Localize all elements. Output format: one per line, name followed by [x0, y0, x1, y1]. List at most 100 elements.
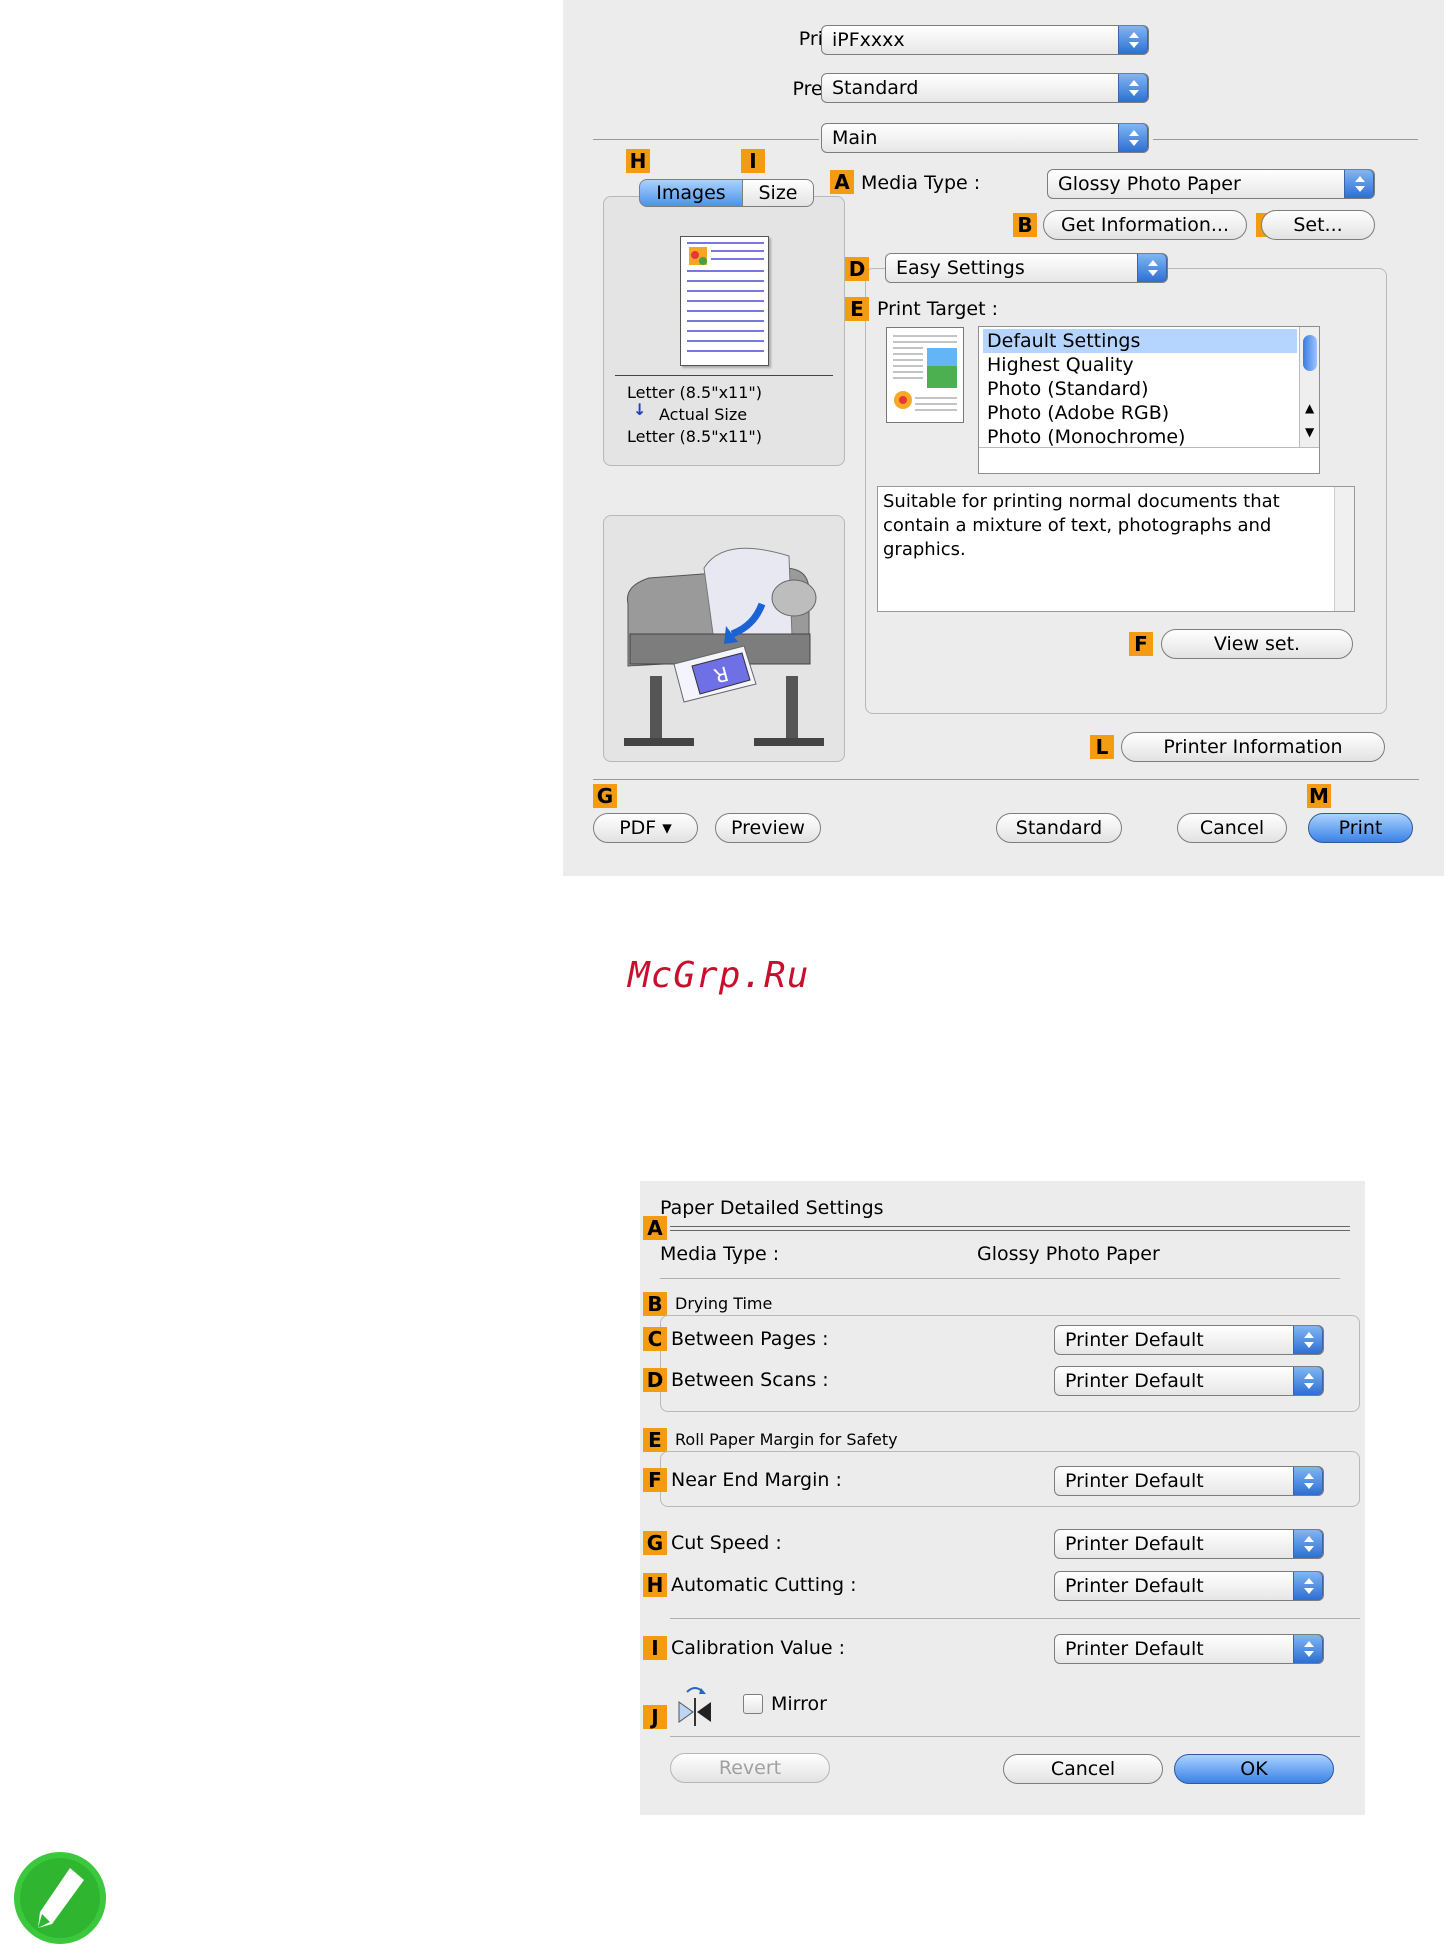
cut-speed-label: Cut Speed :: [671, 1532, 782, 1554]
near-end-value: Printer Default: [1065, 1470, 1204, 1492]
cancel-button[interactable]: Cancel: [1177, 813, 1287, 843]
media-divider: [660, 1278, 1340, 1279]
print-target-item[interactable]: Highest Quality: [983, 353, 1134, 377]
marker-g: G: [593, 784, 617, 808]
print-target-thumbnail-icon: [886, 327, 964, 423]
media-type-label: Media Type :: [660, 1243, 780, 1265]
media-type-select[interactable]: Glossy Photo Paper: [1047, 169, 1375, 199]
auto-cutting-select[interactable]: Printer Default: [1054, 1571, 1324, 1601]
mirror-icon: [675, 1684, 715, 1728]
print-button[interactable]: Print: [1308, 813, 1413, 843]
cut-speed-value: Printer Default: [1065, 1533, 1204, 1555]
print-dialog: Printer: iPFxxxx Presets: Standard Main …: [563, 0, 1444, 876]
tab-images[interactable]: Images: [639, 179, 743, 207]
mirror-label[interactable]: Mirror: [771, 1693, 827, 1715]
mirror-checkbox[interactable]: [743, 1694, 763, 1714]
paper-settings-dialog: Paper Detailed Settings A Media Type : G…: [640, 1181, 1365, 1815]
marker-h: H: [626, 149, 650, 173]
title-divider: [670, 1226, 1350, 1227]
media-type-value: Glossy Photo Paper: [977, 1243, 1160, 1265]
popup-arrows-icon: [1293, 1635, 1323, 1663]
marker-f: F: [643, 1468, 667, 1492]
between-pages-value: Printer Default: [1065, 1329, 1204, 1351]
revert-button[interactable]: Revert: [670, 1753, 830, 1783]
marker-f: F: [1129, 632, 1153, 656]
popup-arrows-icon: [1344, 170, 1374, 198]
mode-select[interactable]: Easy Settings: [885, 253, 1168, 283]
print-target-list[interactable]: Default Settings Highest Quality Photo (…: [978, 326, 1320, 474]
list-scrollbar[interactable]: ▲ ▼: [1299, 327, 1319, 447]
paper-size-original: Letter (8.5"x11"): [627, 383, 763, 402]
marker-i: I: [741, 149, 765, 173]
between-scans-value: Printer Default: [1065, 1370, 1204, 1392]
popup-arrows-icon: [1118, 124, 1148, 152]
marker-c: C: [643, 1327, 667, 1351]
scroll-down-icon[interactable]: ▼: [1305, 425, 1314, 439]
tab-size[interactable]: Size: [742, 179, 814, 207]
preview-divider: [615, 375, 833, 376]
section-select[interactable]: Main: [821, 123, 1149, 153]
title-divider-2: [670, 1230, 1350, 1231]
print-target-item[interactable]: Photo (Adobe RGB): [983, 401, 1169, 425]
between-pages-select[interactable]: Printer Default: [1054, 1325, 1324, 1355]
section-select-value: Main: [832, 127, 878, 149]
mode-select-value: Easy Settings: [896, 257, 1025, 279]
drying-time-label: Drying Time: [675, 1294, 773, 1313]
print-target-item[interactable]: Default Settings: [983, 329, 1297, 353]
auto-cutting-value: Printer Default: [1065, 1575, 1204, 1597]
standard-button[interactable]: Standard: [996, 813, 1122, 843]
marker-b: B: [643, 1292, 667, 1316]
cut-divider: [670, 1618, 1360, 1619]
marker-a: A: [643, 1216, 667, 1240]
popup-arrows-icon: [1137, 254, 1167, 282]
section-divider-left: [593, 139, 819, 140]
scroll-up-icon[interactable]: ▲: [1305, 401, 1314, 415]
get-information-button[interactable]: Get Information...: [1043, 210, 1247, 240]
roll-margin-label: Roll Paper Margin for Safety: [675, 1430, 898, 1449]
media-type-select-value: Glossy Photo Paper: [1058, 173, 1241, 195]
printer-illustration-group: R: [603, 515, 845, 762]
paper-size-output: Letter (8.5"x11"): [627, 427, 763, 446]
printer-information-button[interactable]: Printer Information: [1121, 732, 1385, 762]
calibration-select[interactable]: Printer Default: [1054, 1634, 1324, 1664]
button-divider: [670, 1736, 1360, 1737]
set-button[interactable]: Set...: [1261, 210, 1375, 240]
calibration-label: Calibration Value :: [671, 1637, 846, 1659]
view-set-button[interactable]: View set.: [1161, 629, 1353, 659]
ok-button[interactable]: OK: [1174, 1754, 1334, 1784]
document-preview-icon: [680, 236, 769, 366]
popup-arrows-icon: [1293, 1326, 1323, 1354]
presets-select-value: Standard: [832, 77, 919, 99]
printer-select[interactable]: iPFxxxx: [821, 25, 1149, 55]
media-type-label: Media Type :: [861, 172, 981, 194]
down-arrow-icon: ↓: [633, 400, 647, 419]
marker-b: B: [1013, 213, 1037, 237]
popup-arrows-icon: [1118, 26, 1148, 54]
preview-button[interactable]: Preview: [715, 813, 821, 843]
between-pages-label: Between Pages :: [671, 1328, 829, 1350]
print-target-item[interactable]: Photo (Standard): [983, 377, 1149, 401]
footer-divider: [593, 779, 1419, 780]
popup-arrows-icon: [1293, 1530, 1323, 1558]
paper-dialog-title: Paper Detailed Settings: [660, 1197, 884, 1219]
watermark-text: McGrp.Ru: [628, 955, 810, 996]
popup-arrows-icon: [1118, 74, 1148, 102]
marker-m: M: [1307, 784, 1331, 808]
scrollbar-thumb[interactable]: [1303, 335, 1317, 371]
between-scans-select[interactable]: Printer Default: [1054, 1366, 1324, 1396]
printer-illustration-icon: R: [624, 547, 824, 746]
marker-e: E: [845, 297, 869, 321]
pdf-button[interactable]: PDF ▾: [593, 813, 698, 843]
near-end-label: Near End Margin :: [671, 1469, 842, 1491]
cancel-button[interactable]: Cancel: [1003, 1754, 1163, 1784]
marker-j: J: [643, 1705, 667, 1729]
presets-select[interactable]: Standard: [821, 73, 1149, 103]
description-scrollbar[interactable]: [1334, 487, 1354, 611]
marker-i: I: [643, 1636, 667, 1660]
cut-speed-select[interactable]: Printer Default: [1054, 1529, 1324, 1559]
popup-arrows-icon: [1293, 1467, 1323, 1495]
marker-l: L: [1090, 735, 1114, 759]
print-target-item[interactable]: Photo (Monochrome): [983, 425, 1185, 449]
print-target-label: Print Target :: [877, 298, 998, 320]
near-end-select[interactable]: Printer Default: [1054, 1466, 1324, 1496]
